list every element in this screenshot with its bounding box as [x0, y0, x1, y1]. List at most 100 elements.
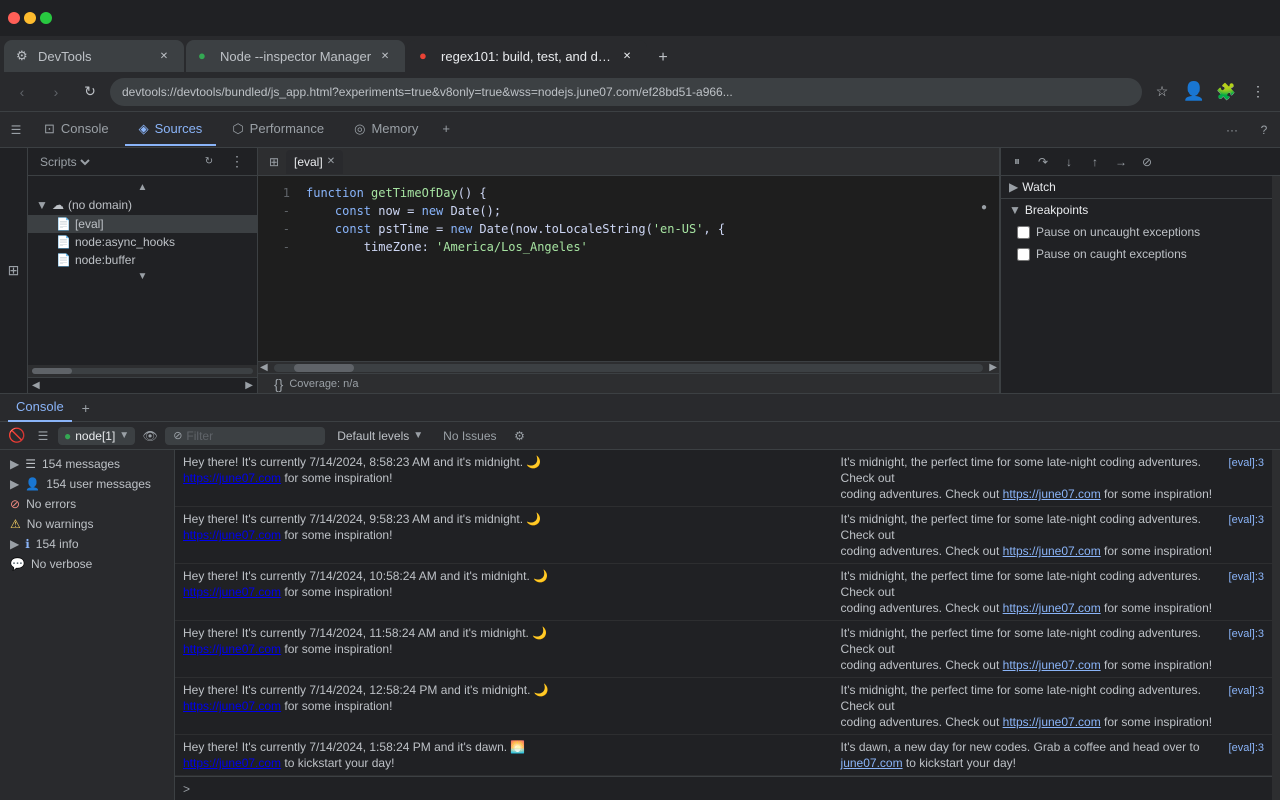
- node-selector[interactable]: ● node[1] ▼: [58, 427, 135, 445]
- forward-button[interactable]: ›: [42, 78, 70, 106]
- msg-r-link-0[interactable]: https://june07.com for some inspiration!: [1003, 487, 1212, 501]
- maximize-button[interactable]: [40, 12, 52, 24]
- toggle-sidebar-button[interactable]: ☰: [32, 425, 54, 447]
- refresh-button[interactable]: ↻: [76, 78, 104, 106]
- h-scroll-left[interactable]: ◀: [258, 362, 270, 373]
- sidebar-item-all-messages[interactable]: ▶ ☰ 154 messages: [0, 454, 174, 474]
- editor-toggle-btn[interactable]: ⊞: [262, 150, 286, 174]
- close-button[interactable]: [8, 12, 20, 24]
- eval-tab-close[interactable]: ✕: [327, 156, 335, 167]
- devtools-toggle-sidebar[interactable]: ☰: [4, 118, 28, 142]
- extension-button[interactable]: 🧩: [1212, 78, 1240, 106]
- console-settings-button[interactable]: ⚙: [509, 425, 531, 447]
- new-tab-button[interactable]: +: [649, 44, 677, 72]
- msg-link-2[interactable]: https://june07.com: [183, 585, 281, 599]
- sidebar-item-verbose[interactable]: 💬 No verbose: [0, 554, 174, 574]
- eye-button[interactable]: 👁: [139, 425, 161, 447]
- address-bar[interactable]: devtools://devtools/bundled/js_app.html?…: [110, 78, 1142, 106]
- tree-scroll-left[interactable]: ◀: [32, 380, 40, 391]
- devtools-tab-close[interactable]: ✕: [156, 48, 172, 64]
- msg-link-0[interactable]: https://june07.com: [183, 471, 281, 485]
- step-out-btn[interactable]: ↑: [1083, 150, 1107, 174]
- help-button[interactable]: ?: [1252, 118, 1276, 142]
- step-over-btn[interactable]: ↷: [1031, 150, 1055, 174]
- msg-r-link-2[interactable]: https://june07.com for some inspiration!: [1003, 601, 1212, 615]
- breakpoint-add[interactable]: ●: [981, 202, 997, 220]
- msg-link-4[interactable]: https://june07.com: [183, 699, 281, 713]
- clear-console-button[interactable]: 🚫: [6, 425, 28, 447]
- console-tab[interactable]: Console: [8, 394, 72, 422]
- msg-right-link-5[interactable]: june07.com: [841, 756, 903, 770]
- scripts-dropdown[interactable]: Scripts: [36, 154, 93, 170]
- console-scrollbar[interactable]: [1272, 450, 1280, 800]
- tree-scroll-right[interactable]: ▶: [245, 380, 253, 391]
- pause-uncaught-option[interactable]: Pause on uncaught exceptions: [1001, 221, 1272, 243]
- tree-scroll-down[interactable]: ▼: [138, 271, 148, 282]
- editor-file-tab-eval[interactable]: [eval] ✕: [286, 150, 343, 174]
- level-selector[interactable]: Default levels ▼: [329, 427, 431, 445]
- sidebar-item-user-messages[interactable]: ▶ 👤 154 user messages: [0, 474, 174, 494]
- msg-link-5[interactable]: https://june07.com: [183, 756, 281, 770]
- bookmark-button[interactable]: ☆: [1148, 78, 1176, 106]
- sync-button[interactable]: ↻: [197, 150, 221, 174]
- expand-arrow-all: ▶: [10, 457, 19, 471]
- add-console-tab[interactable]: +: [76, 398, 96, 418]
- watch-header[interactable]: ▶ Watch: [1001, 176, 1272, 198]
- tab-memory[interactable]: ◎ Memory: [340, 114, 432, 146]
- tree-item-eval[interactable]: 📄 [eval]: [28, 215, 257, 233]
- msg-source-4[interactable]: [eval]:3: [1229, 683, 1264, 699]
- msg-r-link-1[interactable]: https://june07.com for some inspiration!: [1003, 544, 1212, 558]
- settings-button[interactable]: ⋮: [1244, 78, 1272, 106]
- tree-scroll-up[interactable]: ▲: [138, 182, 148, 193]
- tree-item-buffer[interactable]: 📄 node:buffer: [28, 251, 257, 269]
- add-tab-button[interactable]: +: [434, 114, 458, 146]
- pause-uncaught-checkbox[interactable]: [1017, 226, 1030, 239]
- pause-resume-btn[interactable]: ⏸: [1005, 150, 1029, 174]
- browser-tab-regex[interactable]: ● regex101: build, test, and debug... ✕: [407, 40, 647, 72]
- tree-h-scroll[interactable]: [28, 365, 257, 377]
- msg-right-4: It's midnight, the perfect time for some…: [841, 682, 1221, 730]
- profile-button[interactable]: 👤: [1180, 78, 1208, 106]
- editor-h-scroll[interactable]: ◀ ▶: [258, 361, 999, 373]
- console-input-field[interactable]: [194, 782, 1264, 796]
- code-area[interactable]: function getTimeOfDay() { const now = ne…: [298, 176, 979, 361]
- node-tab-close[interactable]: ✕: [377, 48, 393, 64]
- msg-source-1[interactable]: [eval]:3: [1229, 512, 1264, 528]
- step-into-btn[interactable]: ↓: [1057, 150, 1081, 174]
- msg-link-1[interactable]: https://june07.com: [183, 528, 281, 542]
- browser-tab-devtools[interactable]: ⚙ DevTools ✕: [4, 40, 184, 72]
- sidebar-item-info[interactable]: ▶ ℹ 154 info: [0, 534, 174, 554]
- msg-source-2[interactable]: [eval]:3: [1229, 569, 1264, 585]
- more-options-button[interactable]: ⋮: [225, 150, 249, 174]
- tab-sources[interactable]: ◈ Sources: [125, 114, 217, 146]
- h-scroll-right[interactable]: ▶: [987, 362, 999, 373]
- deactivate-btn[interactable]: ⊘: [1135, 150, 1159, 174]
- more-tools-button[interactable]: ···: [1220, 118, 1244, 142]
- tree-domain-no-domain[interactable]: ▼ ☁ (no domain): [28, 195, 257, 215]
- debug-panel-scrollbar[interactable]: [1272, 176, 1280, 393]
- tab-console[interactable]: ⊡ Console: [30, 114, 123, 146]
- msg-source-5[interactable]: [eval]:3: [1229, 740, 1264, 756]
- msg-link-3[interactable]: https://june07.com: [183, 642, 281, 656]
- tab-performance[interactable]: ⬡ Performance: [218, 114, 338, 146]
- regex-tab-close[interactable]: ✕: [619, 48, 635, 64]
- tree-item-async-hooks[interactable]: 📄 node:async_hooks: [28, 233, 257, 251]
- sidebar-item-warnings[interactable]: ⚠ No warnings: [0, 514, 174, 534]
- pause-caught-checkbox[interactable]: [1017, 248, 1030, 261]
- browser-tab-node[interactable]: ● Node --inspector Manager ✕: [186, 40, 405, 72]
- sidebar-toggle[interactable]: ⊞: [0, 148, 28, 393]
- msg-source-0[interactable]: [eval]:3: [1229, 455, 1264, 471]
- back-button[interactable]: ‹: [8, 78, 36, 106]
- filter-input[interactable]: ⊘ Filter: [165, 427, 325, 445]
- sources-tab-label: Sources: [155, 121, 203, 136]
- msg-source-3[interactable]: [eval]:3: [1229, 626, 1264, 642]
- breakpoints-header[interactable]: ▼ Breakpoints: [1001, 199, 1272, 221]
- step-btn[interactable]: →: [1109, 150, 1133, 174]
- domain-arrow: ▼: [36, 198, 48, 212]
- minimize-button[interactable]: [24, 12, 36, 24]
- line-numbers: 1 - - -: [258, 176, 298, 361]
- sidebar-item-errors[interactable]: ⊘ No errors: [0, 494, 174, 514]
- pause-caught-option[interactable]: Pause on caught exceptions: [1001, 243, 1272, 265]
- msg-r-link-4[interactable]: https://june07.com for some inspiration!: [1003, 715, 1212, 729]
- msg-r-link-3[interactable]: https://june07.com for some inspiration!: [1003, 658, 1212, 672]
